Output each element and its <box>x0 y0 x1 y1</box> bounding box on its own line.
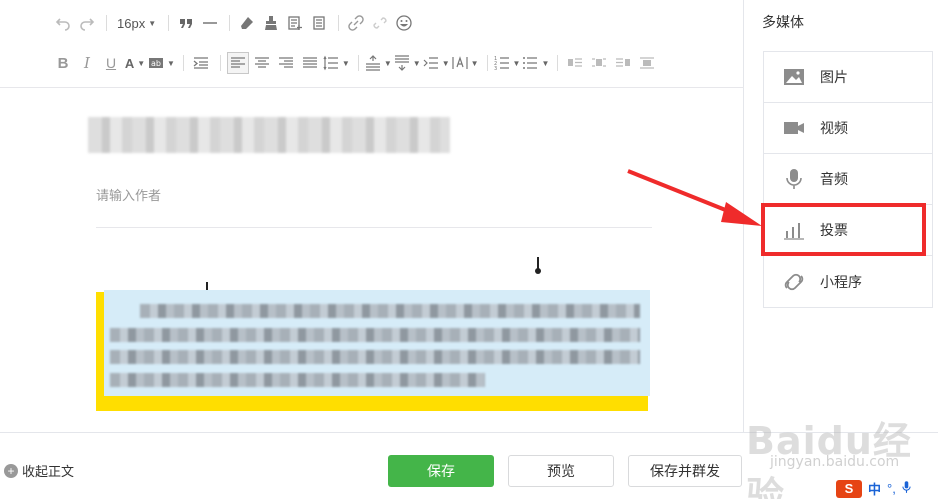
insert-template-icon[interactable] <box>284 12 306 34</box>
letter-spacing-icon[interactable]: ▼ <box>452 52 479 74</box>
font-size-value: 16px <box>117 15 146 31</box>
link-icon[interactable] <box>345 12 367 34</box>
emoji-icon[interactable] <box>393 12 415 34</box>
align-center-icon[interactable] <box>251 52 273 74</box>
plus-circle-icon: + <box>4 463 18 478</box>
media-item-video[interactable]: 视频 <box>764 103 932 154</box>
media-item-label: 图片 <box>820 69 848 85</box>
background-color-icon[interactable]: ab ▼ <box>148 52 175 74</box>
svg-text:ab: ab <box>151 59 161 68</box>
italic-icon[interactable]: I <box>76 52 98 74</box>
toolbar-row-2: B I U A ▼ ab ▼ ▼ ▼ ▼ ▼ ▼ 1 2 3 ▼ ▼ <box>52 51 660 75</box>
preview-button[interactable]: 预览 <box>508 455 614 487</box>
video-icon <box>782 116 806 140</box>
float-none-icon[interactable] <box>636 52 658 74</box>
indent-icon[interactable] <box>190 52 212 74</box>
chevron-down-icon: ▼ <box>541 58 550 68</box>
author-underline <box>96 227 652 228</box>
cursor-marker <box>535 257 541 274</box>
blurred-text-line <box>140 304 640 318</box>
toolbar-divider <box>106 15 107 31</box>
save-button[interactable]: 保存 <box>388 455 494 487</box>
underline-icon[interactable]: U <box>100 52 122 74</box>
svg-text:3: 3 <box>494 66 497 71</box>
horizontal-rule-icon[interactable] <box>199 12 221 34</box>
toolbar-divider <box>219 55 221 71</box>
blurred-text-line <box>110 350 640 364</box>
mini-program-icon <box>782 270 806 294</box>
chevron-down-icon: ▼ <box>167 58 175 68</box>
microphone-icon <box>782 167 806 191</box>
panel-title: 多媒体 <box>762 14 804 30</box>
image-icon <box>782 65 806 89</box>
indent-both-icon[interactable]: ▼ <box>423 52 450 74</box>
paste-text-icon[interactable] <box>308 12 330 34</box>
unlink-icon[interactable] <box>369 12 391 34</box>
spacing-before-icon[interactable]: ▼ <box>365 52 392 74</box>
media-item-audio[interactable]: 音频 <box>764 154 932 205</box>
undo-icon[interactable] <box>52 12 74 34</box>
editor-area: 16px ▼ B I U A ▼ ab ▼ ▼ ▼ ▼ ▼ ▼ 1 2 3 ▼ … <box>0 0 744 432</box>
align-justify-icon[interactable] <box>299 52 321 74</box>
ime-microphone-icon <box>902 480 911 497</box>
float-left-icon[interactable] <box>564 52 586 74</box>
toolbar-divider <box>357 55 359 71</box>
chevron-down-icon: ▼ <box>470 58 479 68</box>
chevron-down-icon: ▼ <box>341 58 350 68</box>
align-left-icon[interactable] <box>226 52 249 74</box>
chevron-down-icon: ▼ <box>383 58 392 68</box>
media-item-label: 视频 <box>820 120 848 136</box>
toolbar-divider <box>338 15 340 31</box>
toolbar-row-1: 16px ▼ <box>52 11 417 35</box>
spacing-after-icon[interactable]: ▼ <box>394 52 421 74</box>
vote-highlight-box <box>761 203 926 256</box>
quote-icon[interactable] <box>175 12 197 34</box>
line-spacing-icon[interactable]: ▼ <box>323 52 350 74</box>
toolbar-divider <box>557 55 559 71</box>
article-title-blurred[interactable] <box>88 117 450 153</box>
media-item-label: 音频 <box>820 171 848 187</box>
blurred-text-line <box>110 328 640 342</box>
ime-status-bar[interactable]: S 中 °, <box>836 478 938 499</box>
media-item-image[interactable]: 图片 <box>764 52 932 103</box>
chevron-down-icon: ▼ <box>137 58 146 68</box>
toolbar-divider <box>182 55 184 71</box>
toolbar-divider <box>168 15 170 31</box>
font-size-select[interactable]: 16px ▼ <box>113 12 160 34</box>
editor-toolbar: 16px ▼ B I U A ▼ ab ▼ ▼ ▼ ▼ ▼ ▼ 1 2 3 ▼ … <box>0 0 744 88</box>
ime-logo: S <box>836 479 862 498</box>
collapse-label: 收起正文 <box>22 464 75 479</box>
media-list: 图片 视频 音频 投票 小程序 <box>763 51 933 308</box>
save-and-publish-button[interactable]: 保存并群发 <box>628 455 742 487</box>
watermark-url: jingyan.baidu.com <box>770 454 900 470</box>
ime-punctuation: °, <box>887 481 896 496</box>
align-right-icon[interactable] <box>275 52 297 74</box>
bold-icon[interactable]: B <box>52 52 74 74</box>
media-item-mini-program[interactable]: 小程序 <box>764 256 932 307</box>
ime-language: 中 <box>868 482 882 497</box>
float-right-icon[interactable] <box>612 52 634 74</box>
toolbar-divider <box>229 15 231 31</box>
eraser-icon[interactable] <box>236 12 258 34</box>
redo-icon[interactable] <box>76 12 98 34</box>
font-color-icon[interactable]: A ▼ <box>124 52 146 74</box>
format-brush-icon[interactable] <box>260 12 282 34</box>
chevron-down-icon: ▼ <box>412 58 421 68</box>
author-input-placeholder[interactable]: 请输入作者 <box>96 185 161 204</box>
toolbar-divider <box>486 55 488 71</box>
unordered-list-icon[interactable]: ▼ <box>522 52 549 74</box>
float-center-icon[interactable] <box>588 52 610 74</box>
blurred-text-line <box>110 373 485 387</box>
chevron-down-icon: ▼ <box>148 18 157 28</box>
ordered-list-icon[interactable]: 1 2 3 ▼ <box>494 52 521 74</box>
chevron-down-icon: ▼ <box>441 58 450 68</box>
chevron-down-icon: ▼ <box>512 58 521 68</box>
collapse-body-button[interactable]: + 收起正文 <box>4 461 74 480</box>
app-root: 16px ▼ B I U A ▼ ab ▼ ▼ ▼ ▼ ▼ ▼ 1 2 3 ▼ … <box>0 0 938 499</box>
media-item-label: 小程序 <box>820 273 862 290</box>
